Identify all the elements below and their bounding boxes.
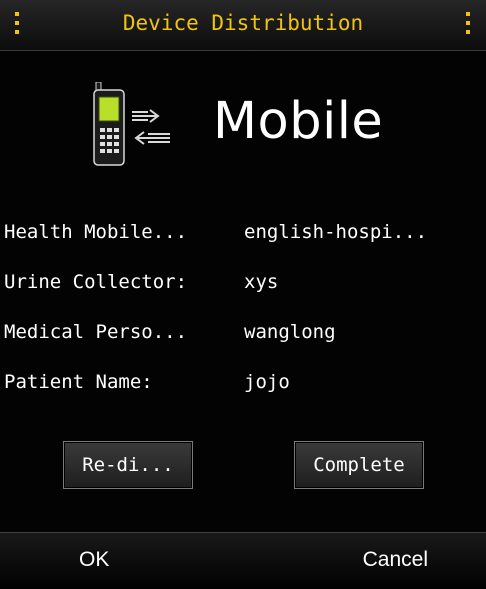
- detail-row-patient-name: Patient Name: jojo: [4, 371, 290, 401]
- detail-label: Health Mobile...: [4, 221, 188, 243]
- app-header: Mobile: [0, 70, 486, 170]
- detail-row-health-mobile: Health Mobile... english-hospi...: [4, 221, 427, 251]
- detail-row-urine-collector: Urine Collector: xys: [4, 271, 278, 301]
- detail-value: jojo: [244, 371, 290, 393]
- cancel-softkey[interactable]: Cancel: [363, 548, 428, 572]
- page-title: Device Distribution: [122, 11, 364, 35]
- vertical-dots-icon[interactable]: [465, 12, 471, 34]
- softkey-bar: OK Cancel: [0, 532, 486, 589]
- detail-row-medical-personnel: Medical Perso... wanglong: [4, 321, 336, 351]
- redistribute-button[interactable]: Re-di...: [63, 441, 193, 489]
- app-name: Mobile: [213, 92, 384, 151]
- detail-label: Urine Collector:: [4, 271, 188, 293]
- complete-button[interactable]: Complete: [294, 441, 424, 489]
- mobile-phone-transfer-icon: [93, 82, 170, 166]
- detail-value: english-hospi...: [244, 221, 428, 243]
- detail-value: xys: [244, 271, 279, 293]
- detail-value: wanglong: [244, 321, 336, 343]
- detail-label: Patient Name:: [4, 371, 153, 393]
- ok-softkey[interactable]: OK: [79, 548, 109, 572]
- device-distribution-screen: Device Distribution Mobile Health Mobile…: [0, 0, 486, 589]
- title-bar: Device Distribution: [0, 0, 486, 51]
- detail-label: Medical Perso...: [4, 321, 188, 343]
